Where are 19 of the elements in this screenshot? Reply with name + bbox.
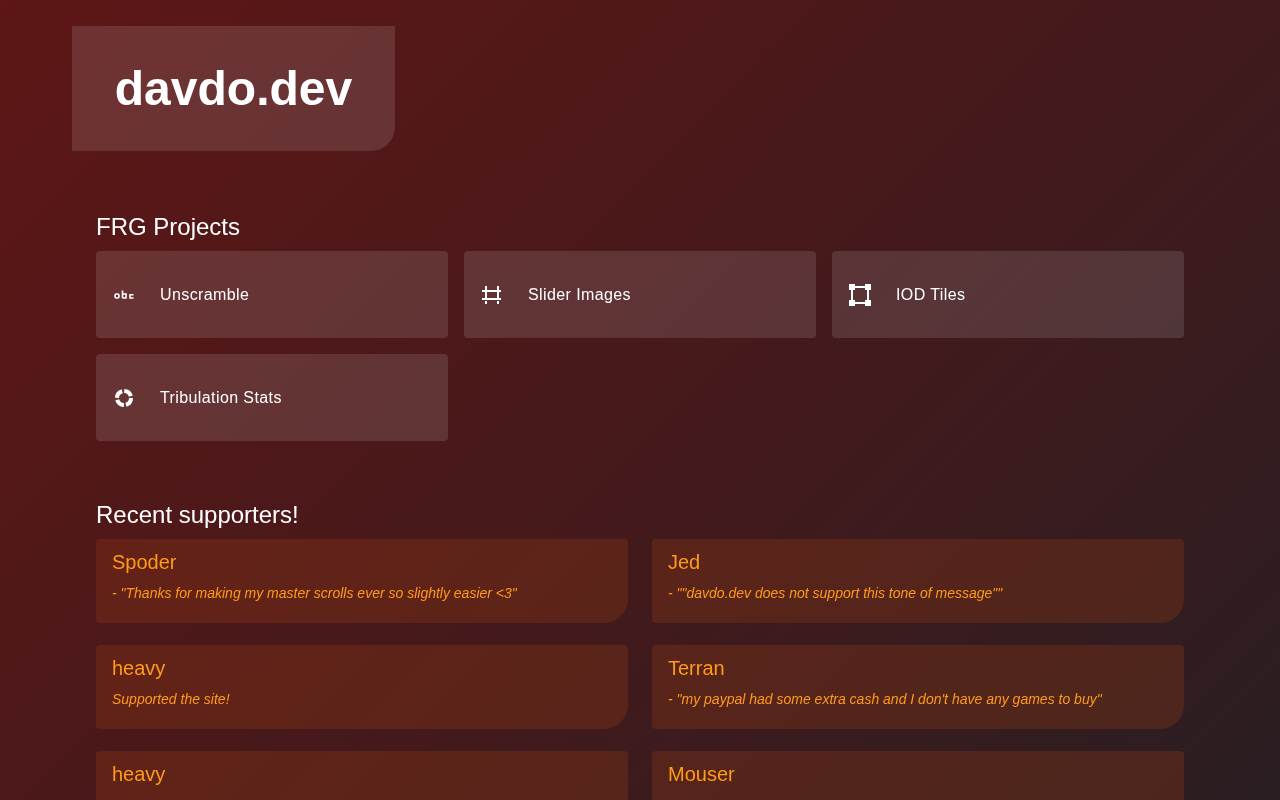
supporter-name: Mouser	[668, 762, 736, 786]
supporter-message: - "my paypal had some extra cash and I don't have any games to buy"	[668, 691, 1103, 707]
project-card[interactable]: IOD Tiles	[832, 251, 1184, 338]
supporter-name: heavy	[112, 656, 167, 680]
supporter-name: Terran	[668, 656, 726, 680]
supporter-name: heavy	[112, 762, 167, 786]
site-logo[interactable]: davdo.dev	[72, 26, 395, 151]
section-heading: Recent supporters!	[96, 501, 300, 529]
crop-square-icon	[848, 282, 872, 307]
supporter-name: Spoder	[112, 550, 178, 574]
supporter-message: Supported the site!	[112, 691, 231, 707]
letters-icon	[114, 290, 134, 299]
project-card[interactable]: Unscramble	[96, 251, 448, 338]
section-heading: FRG Projects	[96, 213, 242, 241]
project-card[interactable]: Slider Images	[464, 251, 816, 338]
supporter-message: - "Thanks for making my master scrolls ever so slightly easier <3"	[112, 585, 518, 601]
supporter-message: - ""davdo.dev does not support this tone of message""	[668, 585, 1004, 601]
supporter-name: Jed	[668, 550, 702, 574]
project-card[interactable]: Tribulation Stats	[96, 354, 448, 441]
